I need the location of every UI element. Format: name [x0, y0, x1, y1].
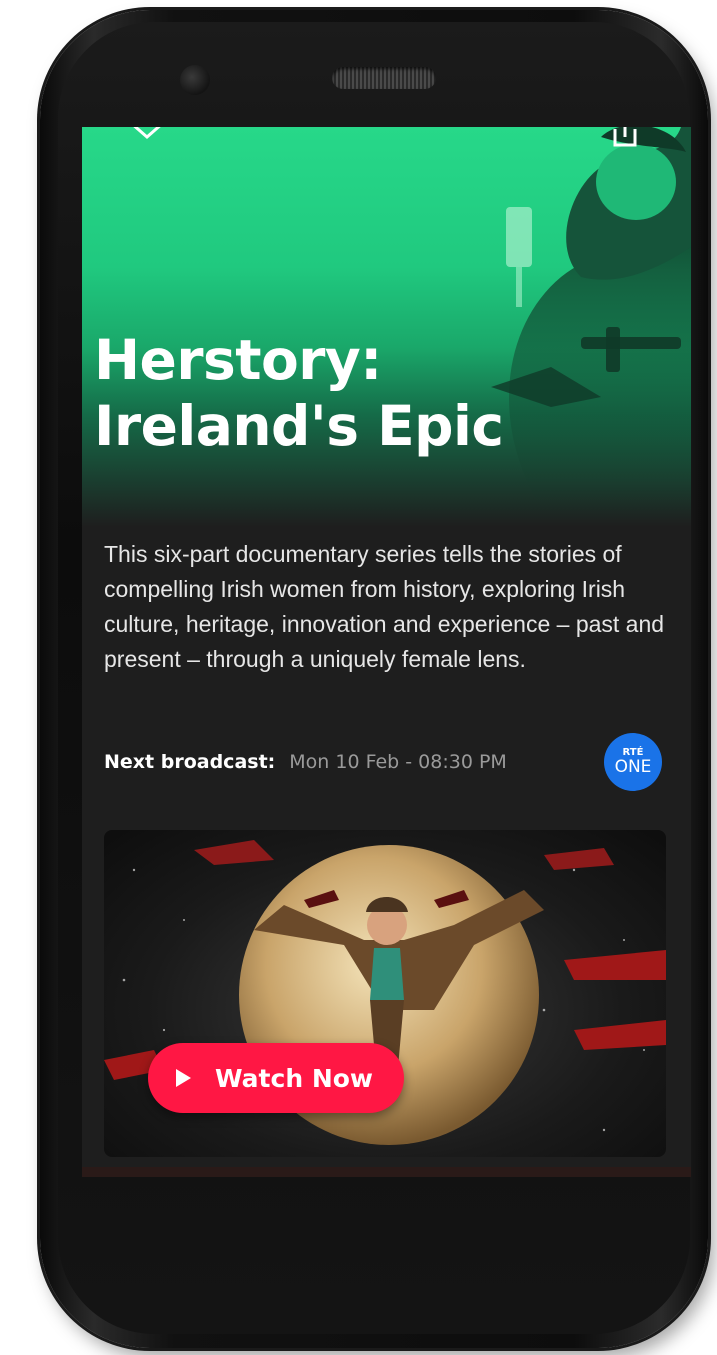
- channel-logo: RTÉ ONE: [604, 733, 662, 791]
- next-content-peek: [82, 1167, 691, 1177]
- watch-now-label: Watch Now: [215, 1063, 374, 1093]
- show-description: This six-part documentary series tells t…: [104, 541, 665, 672]
- watch-now-button[interactable]: Watch Now: [148, 1043, 404, 1113]
- next-broadcast-label: Next broadcast:: [104, 751, 276, 773]
- next-broadcast-row: Next broadcast: Mon 10 Feb - 08:30 PM: [104, 747, 507, 777]
- promo-card[interactable]: Watch Now: [104, 830, 666, 1157]
- next-broadcast-time: Mon 10 Feb - 08:30 PM: [289, 751, 507, 773]
- earpiece-speaker: [332, 67, 436, 89]
- play-icon: [176, 1069, 191, 1087]
- chevron-down-icon[interactable]: [127, 127, 167, 143]
- channel-logo-bottom: ONE: [614, 757, 652, 777]
- show-title: Herstory: Ireland's Epic: [94, 328, 504, 458]
- share-icon[interactable]: [611, 127, 639, 147]
- hero-banner: Herstory: Ireland's Epic: [82, 127, 691, 527]
- front-camera: [180, 65, 210, 95]
- app-screen: Herstory: Ireland's Epic This six-part d…: [82, 127, 691, 1177]
